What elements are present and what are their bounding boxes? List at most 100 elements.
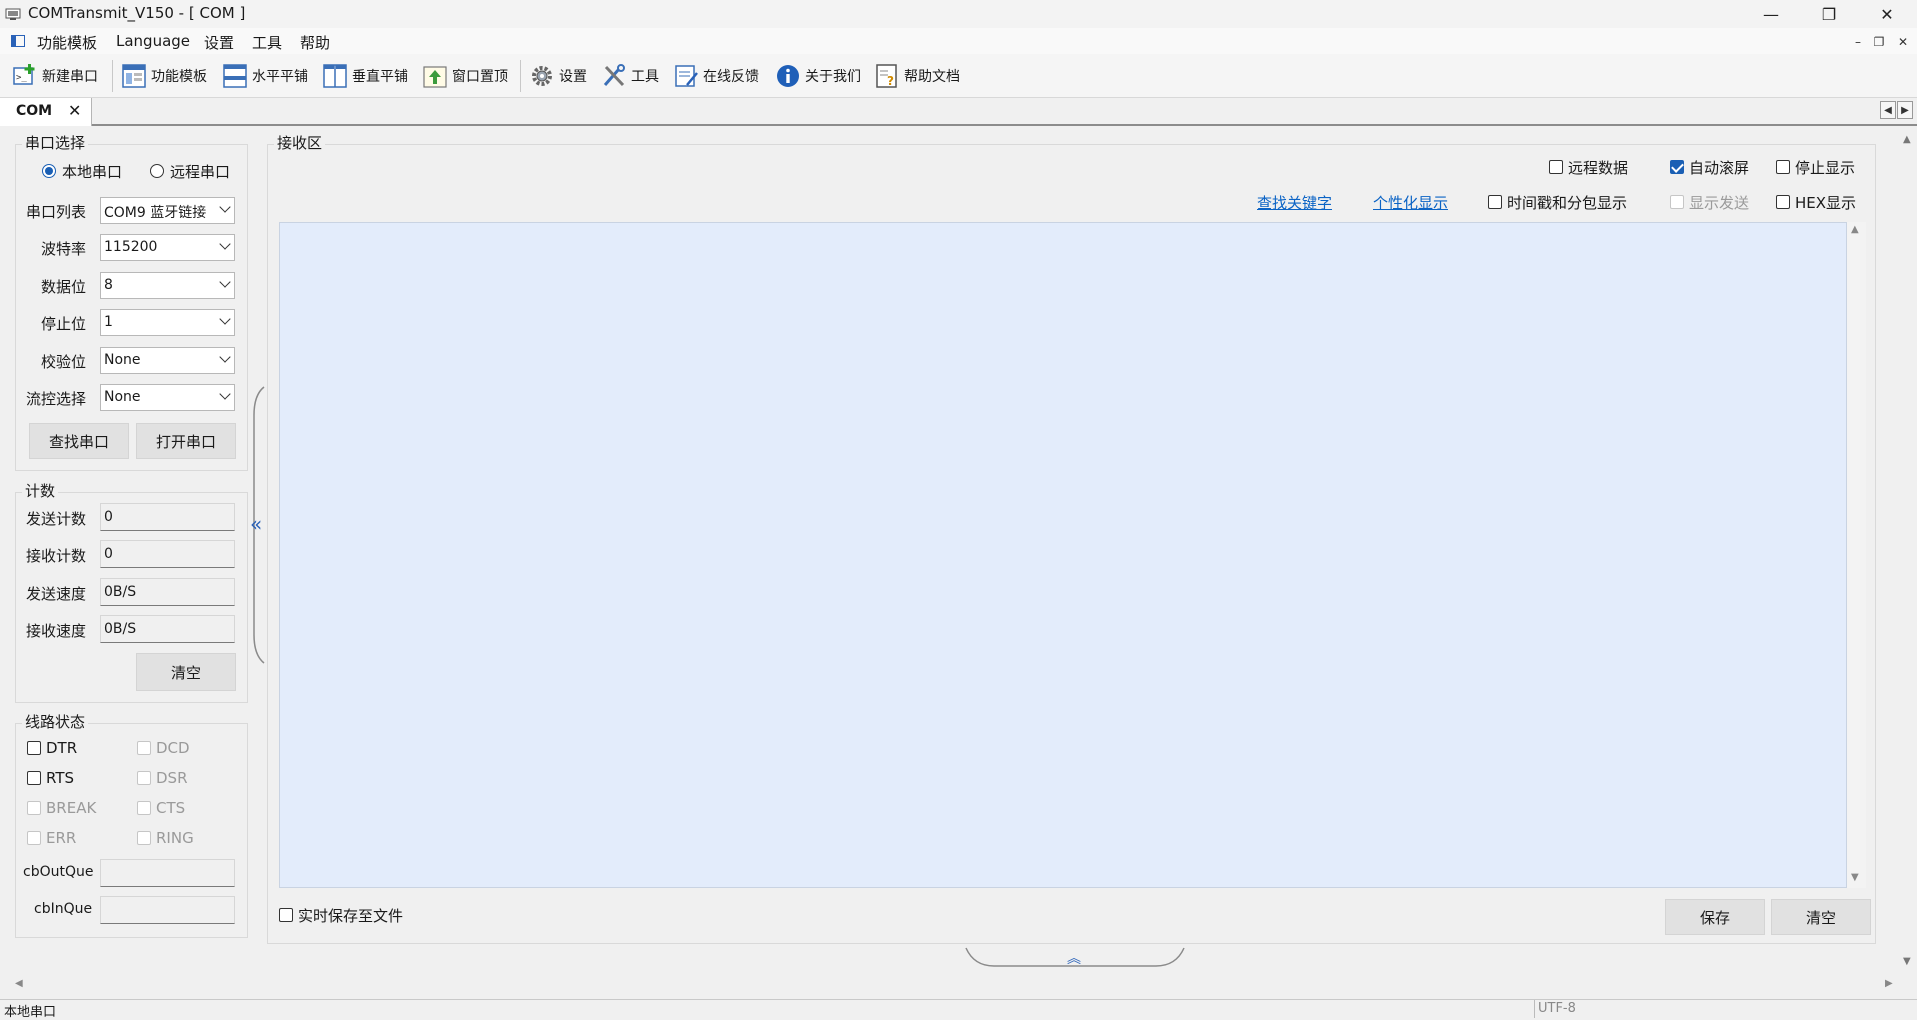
send-count-field: 0 bbox=[100, 503, 235, 531]
menu-function-template[interactable]: 功能模板 bbox=[37, 32, 97, 53]
recv-speed-field: 0B/S bbox=[100, 615, 235, 643]
menu-settings[interactable]: 设置 bbox=[204, 32, 234, 53]
mdi-restore-button[interactable]: ❐ bbox=[1870, 33, 1888, 51]
clear-count-button[interactable]: 清空 bbox=[136, 653, 236, 691]
send-speed-field: 0B/S bbox=[100, 578, 235, 606]
tab-scroll-left-button[interactable]: ◀ bbox=[1880, 101, 1896, 119]
restore-button[interactable]: ❐ bbox=[1806, 0, 1852, 28]
field-label: cbInQue bbox=[34, 901, 93, 917]
mdi-minimize-button[interactable]: – bbox=[1849, 33, 1867, 51]
port-list-select[interactable]: COM9 蓝牙链接 bbox=[100, 197, 235, 224]
expand-send-panel-handle[interactable]: ︽ bbox=[964, 946, 1186, 972]
timestamp-checkbox[interactable] bbox=[1488, 195, 1502, 209]
remote-serial-radio[interactable] bbox=[150, 164, 164, 178]
minimize-button[interactable]: — bbox=[1748, 0, 1794, 28]
flow-control-select[interactable]: None bbox=[100, 384, 235, 411]
online-feedback-button[interactable]: 在线反馈 bbox=[673, 58, 759, 94]
menu-tools[interactable]: 工具 bbox=[252, 32, 282, 53]
help-document-icon: ? bbox=[876, 64, 897, 88]
app-icon bbox=[5, 8, 21, 20]
function-template-button[interactable]: 功能模板 bbox=[121, 58, 207, 94]
recv-count-field: 0 bbox=[100, 540, 235, 568]
tools-button[interactable]: 工具 bbox=[601, 58, 659, 94]
menu-bar: 功能模板 Language 设置 工具 帮助 bbox=[0, 28, 1917, 54]
menu-help[interactable]: 帮助 bbox=[300, 32, 330, 53]
svg-text:?: ? bbox=[887, 74, 894, 88]
settings-button[interactable]: 设置 bbox=[529, 58, 587, 94]
scroll-down-icon[interactable]: ▼ bbox=[1851, 872, 1859, 883]
template-icon bbox=[122, 64, 146, 88]
tab-com[interactable]: COM ✕ bbox=[0, 98, 92, 126]
tab-label: COM bbox=[16, 103, 53, 119]
status-bar: 本地串口 UTF-8 bbox=[0, 999, 1917, 1020]
title-bar: COMTransmit_V150 - [ COM ] — ❐ ✕ bbox=[0, 0, 1917, 28]
mdi-horizontal-scrollbar[interactable]: ◀ ▶ bbox=[0, 975, 1917, 993]
menu-language[interactable]: Language bbox=[116, 32, 190, 50]
save-button[interactable]: 保存 bbox=[1665, 899, 1765, 935]
chevron-down-icon bbox=[219, 276, 231, 288]
receive-text-area[interactable] bbox=[279, 222, 1847, 888]
find-serial-button[interactable]: 查找串口 bbox=[29, 423, 129, 459]
save-realtime-checkbox[interactable] bbox=[279, 908, 293, 922]
tile-horizontal-button[interactable]: 水平平铺 bbox=[222, 58, 308, 94]
ring-checkbox bbox=[137, 831, 151, 845]
mdi-close-button[interactable]: ✕ bbox=[1894, 33, 1912, 51]
new-serial-button[interactable]: >_ 新建串口 bbox=[12, 58, 98, 94]
chevron-down-icon bbox=[219, 201, 231, 213]
status-divider bbox=[1534, 1000, 1535, 1018]
stop-bits-select[interactable]: 1 bbox=[100, 309, 235, 336]
mdi-vertical-scrollbar[interactable]: ▲ ▼ bbox=[1899, 130, 1917, 975]
window-top-button[interactable]: 窗口置顶 bbox=[422, 58, 508, 94]
open-serial-button[interactable]: 打开串口 bbox=[136, 423, 236, 459]
baud-rate-select[interactable]: 115200 bbox=[100, 234, 235, 261]
chevron-down-icon bbox=[219, 238, 231, 250]
tile-vertical-button[interactable]: 垂直平铺 bbox=[322, 58, 408, 94]
clear-receive-button[interactable]: 清空 bbox=[1771, 899, 1871, 935]
err-checkbox bbox=[27, 831, 41, 845]
show-send-checkbox bbox=[1670, 195, 1684, 209]
auto-scroll-checkbox[interactable] bbox=[1670, 160, 1684, 174]
close-tab-icon[interactable]: ✕ bbox=[68, 101, 81, 120]
find-keyword-link[interactable]: 查找关键字 bbox=[1257, 192, 1332, 213]
data-bits-select[interactable]: 8 bbox=[100, 272, 235, 299]
receive-scrollbar[interactable]: ▲ ▼ bbox=[1847, 222, 1866, 888]
radio-label: 本地串口 bbox=[62, 163, 123, 181]
rts-checkbox[interactable] bbox=[27, 771, 41, 785]
collapse-panel-handle[interactable]: « bbox=[246, 385, 268, 665]
radio-label: 远程串口 bbox=[170, 163, 231, 181]
local-serial-radio[interactable] bbox=[42, 164, 56, 178]
custom-display-link[interactable]: 个性化显示 bbox=[1373, 192, 1448, 213]
dsr-checkbox bbox=[137, 771, 151, 785]
toolbar-label: 窗口置顶 bbox=[452, 69, 508, 85]
scroll-down-icon[interactable]: ▼ bbox=[1903, 956, 1911, 967]
tile-horizontal-icon bbox=[223, 64, 247, 88]
break-checkbox bbox=[27, 801, 41, 815]
field-label: 发送速度 bbox=[26, 585, 87, 603]
field-label: 停止位 bbox=[41, 315, 87, 333]
stop-display-checkbox[interactable] bbox=[1776, 160, 1790, 174]
checkbox-label: RING bbox=[156, 829, 194, 847]
chevron-down-icon bbox=[219, 388, 231, 400]
gear-icon bbox=[532, 66, 552, 86]
remote-data-checkbox[interactable] bbox=[1549, 160, 1563, 174]
dtr-checkbox[interactable] bbox=[27, 741, 41, 755]
checkbox-label: 显示发送 bbox=[1689, 194, 1750, 212]
help-docs-button[interactable]: ? 帮助文档 bbox=[874, 58, 960, 94]
tile-vertical-icon bbox=[323, 64, 347, 88]
sidebar-layout-icon[interactable] bbox=[10, 33, 26, 49]
scroll-right-icon[interactable]: ▶ bbox=[1885, 978, 1893, 989]
field-label: 接收速度 bbox=[26, 622, 87, 640]
checkbox-label: DCD bbox=[156, 739, 190, 757]
about-us-button[interactable]: 关于我们 bbox=[775, 58, 861, 94]
scroll-up-icon[interactable]: ▲ bbox=[1851, 224, 1859, 235]
group-title: 计数 bbox=[22, 480, 59, 501]
close-button[interactable]: ✕ bbox=[1864, 0, 1910, 28]
toolbar-label: 水平平铺 bbox=[252, 69, 308, 85]
parity-select[interactable]: None bbox=[100, 347, 235, 374]
scroll-left-icon[interactable]: ◀ bbox=[15, 978, 23, 989]
hex-display-checkbox[interactable] bbox=[1776, 195, 1790, 209]
scroll-up-icon[interactable]: ▲ bbox=[1903, 134, 1911, 145]
status-encoding-text: UTF-8 bbox=[1538, 1001, 1576, 1016]
tab-scroll-right-button[interactable]: ▶ bbox=[1897, 101, 1913, 119]
group-title: 串口选择 bbox=[22, 132, 89, 153]
